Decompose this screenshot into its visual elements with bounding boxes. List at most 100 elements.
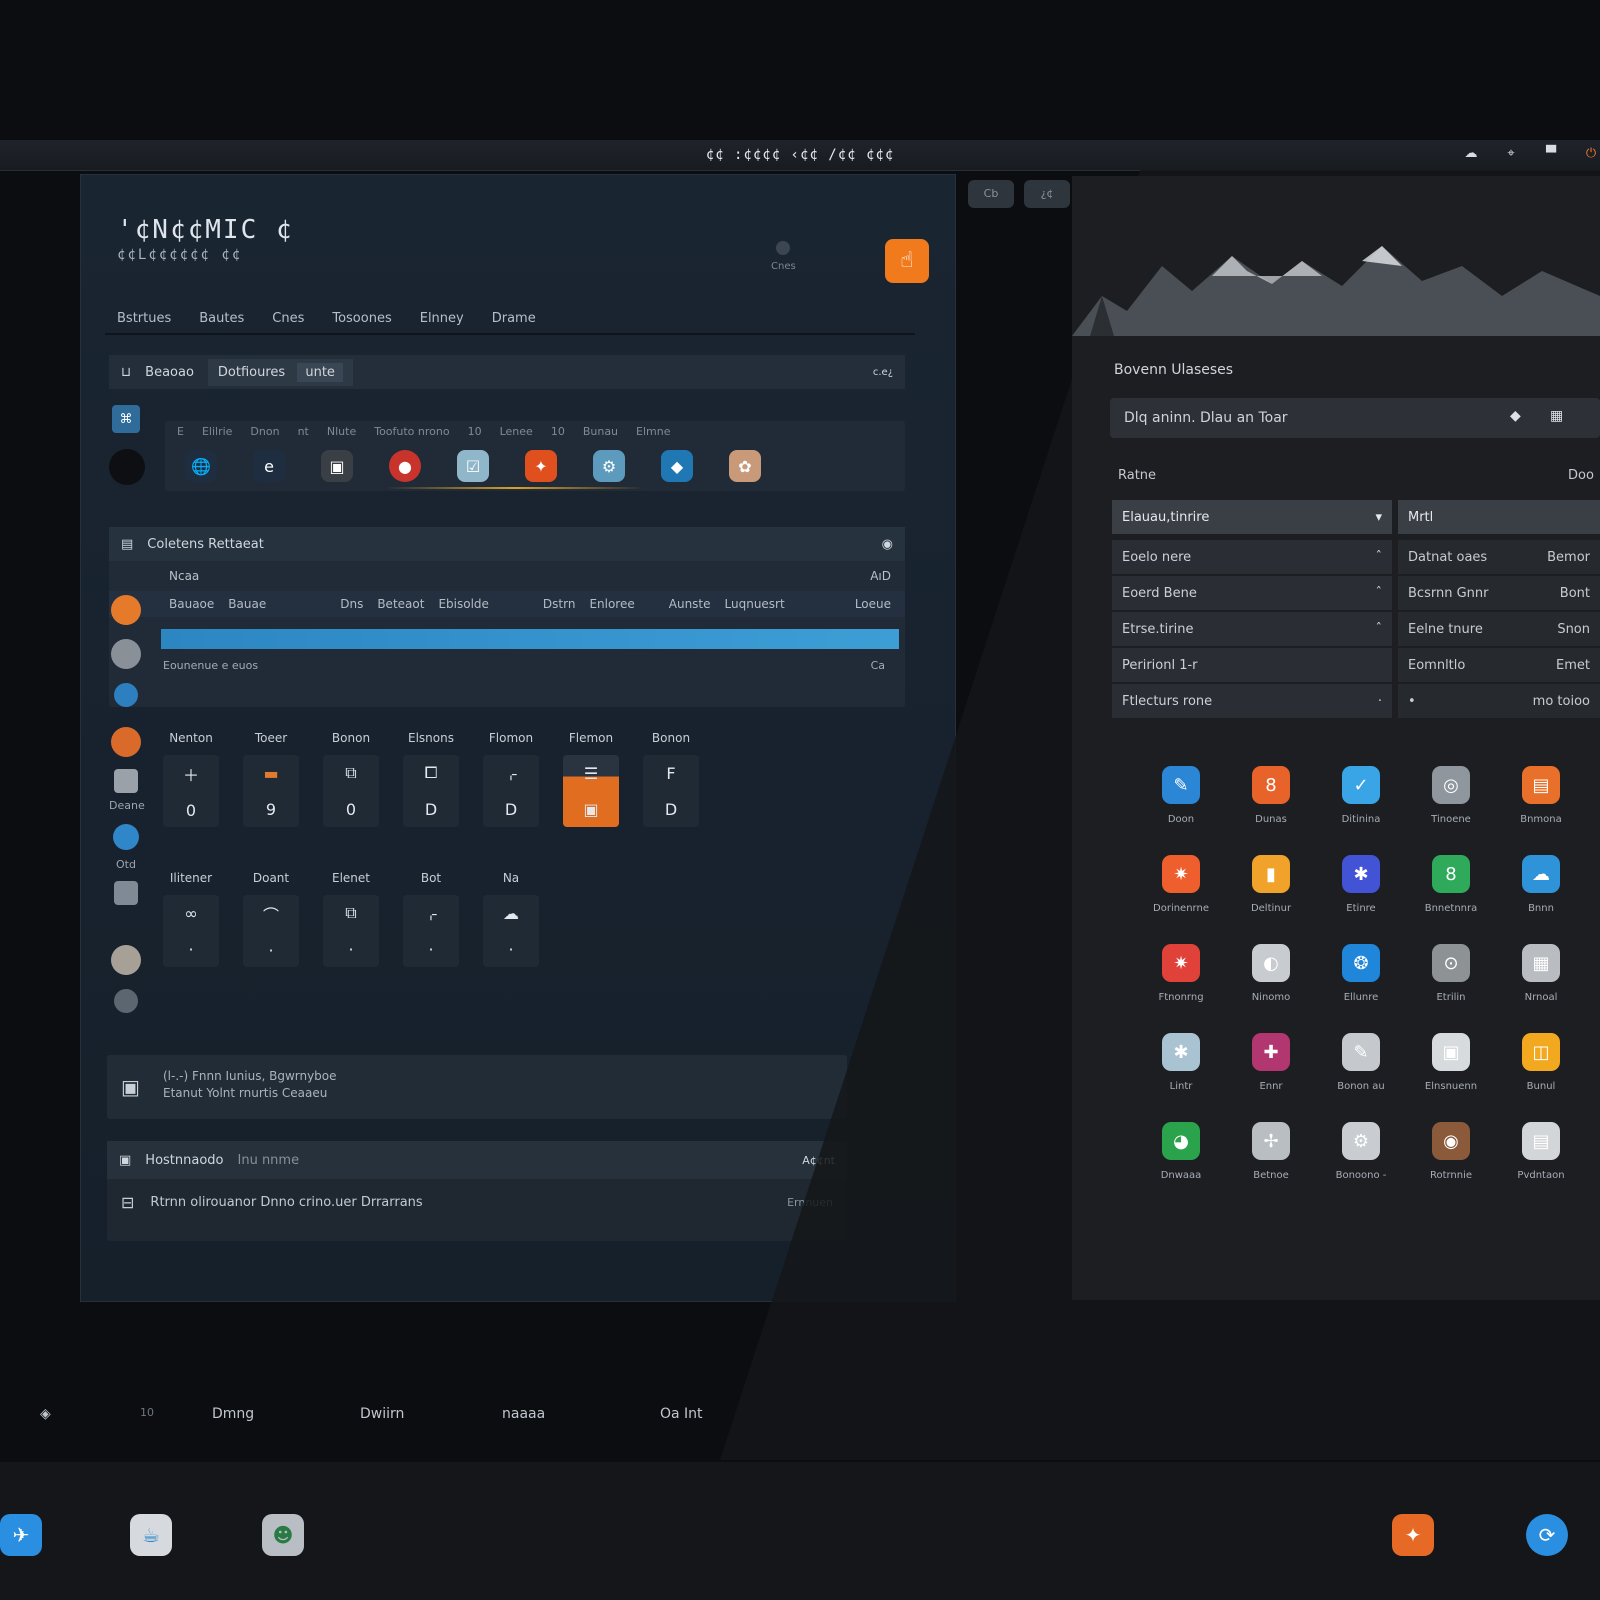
dock-app-blue[interactable]: ✈ (0, 1514, 42, 1556)
app-grid: ✎ Doon 8 Dunas ✓ Ditinina ◎ Tinoene ▤ Bnmona … (1136, 766, 1586, 1181)
app-tile[interactable]: ✷ Ftnonrng (1136, 944, 1226, 1003)
row-item[interactable]: Ftlecturs rone · • mo toioo (1112, 684, 1600, 718)
app-label: Bnnn (1528, 903, 1554, 914)
app-tile[interactable]: ◕ Dnwaaa (1136, 1122, 1226, 1181)
row-label: Peririonl 1-r (1122, 657, 1198, 673)
app-icon-orange-2: ▤ (1522, 766, 1560, 804)
app-tile[interactable]: ▣ Elnsnuenn (1406, 1033, 1496, 1092)
app-tile[interactable]: 8 Bnnetnnra (1406, 855, 1496, 914)
dock-app-contacts[interactable]: ☻ (262, 1514, 304, 1556)
app-tile[interactable]: ⚙ Bonoono - (1316, 1122, 1406, 1181)
app-label: Etrilin (1436, 992, 1466, 1003)
app-tile[interactable]: ✎ Bonon au (1316, 1033, 1406, 1092)
app-icon-yellow: ◫ (1522, 1033, 1560, 1071)
dropdown-icon[interactable]: ▾ (1375, 510, 1382, 525)
row-cell-b: Eomnltlo Emet (1398, 648, 1600, 682)
app-tile[interactable]: ▦ Nrnoal (1496, 944, 1586, 1003)
app-icon-cube: ▦ (1522, 944, 1560, 982)
eye-icon[interactable]: ◈ (40, 1406, 51, 1422)
app-icon-gear: ⚙ (1342, 1122, 1380, 1160)
status-line: ◈ 10 Dmng Dwiirn naaaa Oa Int (0, 1400, 760, 1430)
status-item[interactable]: naaaa (502, 1406, 545, 1422)
search-input[interactable]: Dlq aninn. Dlau an Toar ◆ ▦ (1110, 398, 1600, 438)
app-icon-pencil: ✎ (1342, 1033, 1380, 1071)
status-item[interactable]: Dwiirn (360, 1406, 404, 1422)
app-tile[interactable]: ☁ Bnnn (1496, 855, 1586, 914)
row-header[interactable]: Elauau,tinrire ▾ Mrtl (1112, 500, 1600, 534)
row-extra: Emet (1556, 657, 1590, 673)
row-cell-b: Datnat oaes Bemor (1398, 540, 1600, 574)
caret-icon[interactable]: · (1378, 694, 1382, 709)
app-label: Ennr (1259, 1081, 1283, 1092)
row-cell-a: Etrse.tirine ˆ (1112, 612, 1392, 646)
app-icon-cyan: ✓ (1342, 766, 1380, 804)
app-label: Etinre (1346, 903, 1376, 914)
app-icon-blue: ✎ (1162, 766, 1200, 804)
app-label: Dnwaaa (1160, 1170, 1202, 1181)
app-icon-fan: ✢ (1252, 1122, 1290, 1160)
row-cell-a: Eoerd Bene ˆ (1112, 576, 1392, 610)
row-item[interactable]: Peririonl 1-r Eomnltlo Emet (1112, 648, 1600, 682)
dock-app-fox[interactable]: ✦ (1392, 1514, 1434, 1556)
app-tile[interactable]: ✷ Dorinenrne (1136, 855, 1226, 914)
row-cell-a: Ftlecturs rone · (1112, 684, 1392, 718)
row-label: Etrse.tirine (1122, 621, 1194, 637)
app-tile[interactable]: ◎ Tinoene (1406, 766, 1496, 825)
app-tile[interactable]: ✎ Doon (1136, 766, 1226, 825)
row-value: Eelne tnure (1408, 621, 1483, 637)
status-item[interactable]: Oa Int (660, 1406, 703, 1422)
caret-icon[interactable]: ˆ (1376, 550, 1383, 565)
app-icon-snow: ✱ (1162, 1033, 1200, 1071)
row-cell-a: Elauau,tinrire ▾ (1112, 500, 1392, 534)
app-tile[interactable]: ✱ Lintr (1136, 1033, 1226, 1092)
row-cell-b: Mrtl (1398, 500, 1600, 534)
app-tile[interactable]: ▮ Deltinur (1226, 855, 1316, 914)
dock-app-sync[interactable]: ⟳ (1526, 1514, 1568, 1556)
row-item[interactable]: Eoerd Bene ˆ Bcsrnn Gnnr Bont (1112, 576, 1600, 610)
app-label: Ellunre (1343, 992, 1379, 1003)
app-label: Ditinina (1341, 814, 1381, 825)
app-icon-orange: 8 (1252, 766, 1290, 804)
row-value: Eomnltlo (1408, 657, 1466, 673)
app-tile[interactable]: ◫ Bunul (1496, 1033, 1586, 1092)
row-label: Elauau,tinrire (1122, 509, 1210, 525)
app-label: Bunul (1526, 1081, 1556, 1092)
app-label: Dorinenrne (1153, 903, 1209, 914)
section-right: Doo (1568, 468, 1594, 483)
row-value: • (1408, 693, 1416, 709)
app-tile[interactable]: ✚ Ennr (1226, 1033, 1316, 1092)
app-label: Bnmona (1520, 814, 1562, 825)
app-tile[interactable]: ◐ Ninomo (1226, 944, 1316, 1003)
app-icon-green: 8 (1432, 855, 1470, 893)
app-tile[interactable]: ✢ Betnoe (1226, 1122, 1316, 1181)
caret-icon[interactable]: ˆ (1376, 586, 1383, 601)
app-tile[interactable]: 8 Dunas (1226, 766, 1316, 825)
app-tile[interactable]: ▤ Bnmona (1496, 766, 1586, 825)
app-icon-file: ▤ (1522, 1122, 1560, 1160)
row-item[interactable]: Etrse.tirine ˆ Eelne tnure Snon (1112, 612, 1600, 646)
app-tile[interactable]: ❂ Ellunre (1316, 944, 1406, 1003)
right-title: Bovenn Ulaseses (1114, 362, 1234, 378)
app-icon-magenta: ✚ (1252, 1033, 1290, 1071)
row-label: Eoelo nere (1122, 549, 1192, 565)
row-cell-b: • mo toioo (1398, 684, 1600, 718)
status-item: 10 (140, 1406, 154, 1419)
row-item[interactable]: Eoelo nere ˆ Datnat oaes Bemor (1112, 540, 1600, 574)
dock-app-cup[interactable]: ☕ (130, 1514, 172, 1556)
caret-icon[interactable]: ˆ (1376, 622, 1383, 637)
back-icon[interactable]: ◆ (1510, 408, 1521, 424)
app-label: Bonon au (1337, 1081, 1385, 1092)
app-tile[interactable]: ▤ Pvdntaon (1496, 1122, 1586, 1181)
search-text: Dlq aninn. Dlau an Toar (1124, 410, 1288, 426)
app-icon-toggle: ◐ (1252, 944, 1290, 982)
app-tile[interactable]: ✱ Etinre (1316, 855, 1406, 914)
app-tile[interactable]: ⊙ Etrilin (1406, 944, 1496, 1003)
grid-icon[interactable]: ▦ (1550, 408, 1563, 424)
app-tile[interactable]: ✓ Ditinina (1316, 766, 1406, 825)
app-tile[interactable]: ◉ Rotrnnie (1406, 1122, 1496, 1181)
row-value: Datnat oaes (1408, 549, 1488, 565)
row-extra: Bemor (1547, 549, 1590, 565)
status-item[interactable]: Dmng (212, 1406, 254, 1422)
app-label: Lintr (1169, 1081, 1193, 1092)
app-icon-purple: ✱ (1342, 855, 1380, 893)
